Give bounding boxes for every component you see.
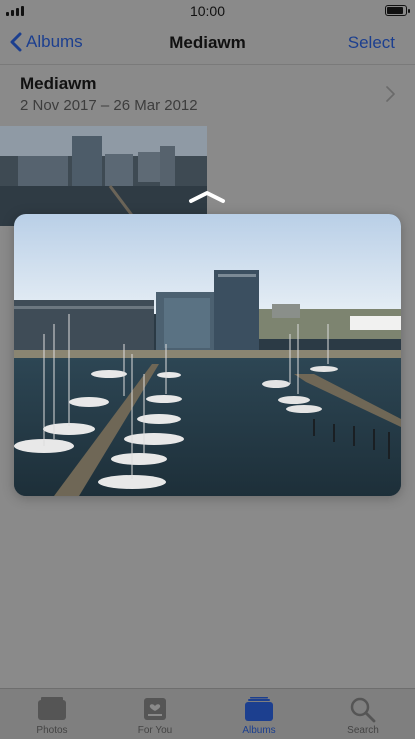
album-dates: 2 Nov 2017 – 26 Mar 2012 xyxy=(20,97,198,114)
select-button[interactable]: Select xyxy=(348,33,395,53)
tab-bar: Photos For You Albums Search xyxy=(0,688,415,739)
navigation-bar: Albums Mediawm Select xyxy=(0,22,415,64)
status-time: 10:00 xyxy=(189,3,226,19)
tab-search[interactable]: Search xyxy=(318,689,408,739)
photo-thumbnail[interactable] xyxy=(0,126,207,226)
album-name: Mediawm xyxy=(20,74,97,93)
for-you-icon xyxy=(144,698,166,720)
tab-photos[interactable]: Photos xyxy=(7,689,97,739)
search-icon xyxy=(350,697,376,723)
albums-icon xyxy=(245,697,273,721)
status-bar: 10:00 xyxy=(0,0,415,22)
tab-for-you-label: For You xyxy=(137,725,173,736)
nav-divider xyxy=(0,64,415,65)
tab-albums[interactable]: Albums xyxy=(214,689,304,739)
photos-icon xyxy=(38,697,66,720)
battery-icon xyxy=(385,5,410,16)
album-header[interactable]: Mediawm 2 Nov 2017 – 26 Mar 2012 xyxy=(20,74,198,114)
tab-search-label: Search xyxy=(347,725,379,736)
tab-albums-label: Albums xyxy=(242,725,276,736)
chevron-up-icon[interactable] xyxy=(188,190,226,204)
signal-icon xyxy=(6,6,24,16)
chevron-right-icon[interactable] xyxy=(386,86,395,102)
tab-for-you[interactable]: For You xyxy=(110,689,200,739)
tab-photos-label: Photos xyxy=(36,725,68,736)
photo-preview[interactable] xyxy=(14,214,401,496)
harbor-photo xyxy=(14,214,401,496)
